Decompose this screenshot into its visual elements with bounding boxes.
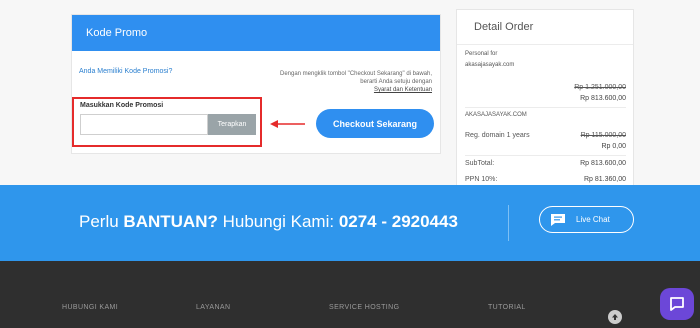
divider — [465, 155, 626, 156]
promo-card: Kode Promo Anda Memiliki Kode Promosi? D… — [71, 14, 441, 154]
reg-new-price: Rp 0,00 — [601, 143, 626, 150]
live-chat-label: Live Chat — [576, 215, 610, 224]
promo-question-link[interactable]: Anda Memiliki Kode Promosi? — [79, 68, 172, 75]
help-text-mid: Hubungi Kami: — [217, 212, 339, 231]
domain-name: akasajasayak.com — [465, 62, 515, 68]
arrow-up-icon — [612, 314, 618, 320]
detail-order-card: Detail Order Personal for akasajasayak.c… — [456, 9, 634, 189]
help-phone[interactable]: 0274 - 2920443 — [339, 212, 458, 231]
divider — [465, 107, 626, 108]
subtotal-value: Rp 813.600,00 — [580, 160, 626, 167]
reg-old-price: Rp 115.000,00 — [580, 132, 626, 139]
subtotal-label: SubTotal: — [465, 160, 495, 167]
promo-code-label: Masukkan Kode Promosi — [80, 102, 164, 109]
promo-code-input[interactable] — [80, 114, 208, 135]
live-chat-button[interactable]: Live Chat — [539, 206, 634, 233]
chat-bubble-icon — [551, 213, 565, 226]
detail-order-title: Detail Order — [457, 10, 633, 45]
scroll-top-button[interactable] — [608, 310, 622, 324]
promo-header: Kode Promo — [72, 15, 440, 51]
checkout-button[interactable]: Checkout Sekarang — [316, 109, 434, 138]
footer: HUBUNGI KAMI LAYANAN SERVICE HOSTING TUT… — [0, 261, 700, 328]
help-text-pre: Perlu — [79, 212, 124, 231]
terms-note-line2: berarti Anda setuju dengan — [360, 79, 432, 85]
new-price: Rp 813.600,00 — [580, 95, 626, 102]
old-price: Rp 1.251.000,00 — [574, 84, 626, 91]
ppn-value: Rp 81.360,00 — [583, 176, 626, 183]
domain-name-upper: AKASAJASAYAK.COM — [465, 112, 527, 118]
checkout-terms-note: Dengan mengklik tombol "Checkout Sekaran… — [242, 70, 432, 94]
arrow-left-icon — [270, 120, 305, 128]
reg-domain-label: Reg. domain 1 years — [465, 132, 530, 139]
chat-widget-icon — [670, 297, 684, 311]
footer-service-hosting[interactable]: SERVICE HOSTING — [329, 304, 399, 311]
footer-hubungi-kami[interactable]: HUBUNGI KAMI — [62, 304, 118, 311]
footer-tutorial[interactable]: TUTORIAL — [488, 304, 526, 311]
footer-layanan[interactable]: LAYANAN — [196, 304, 230, 311]
apply-promo-button[interactable]: Terapkan — [208, 114, 256, 135]
chat-widget-button[interactable] — [660, 288, 694, 320]
help-text-bold: BANTUAN? — [123, 212, 218, 231]
terms-link[interactable]: Syarat dan Ketentuan — [374, 87, 432, 93]
help-text: Perlu BANTUAN? Hubungi Kami: 0274 - 2920… — [79, 212, 458, 232]
personal-for-label: Personal for — [465, 51, 498, 57]
banner-divider — [508, 205, 509, 241]
terms-note-line1: Dengan mengklik tombol "Checkout Sekaran… — [279, 71, 432, 77]
promo-code-box: Masukkan Kode Promosi Terapkan — [72, 97, 262, 147]
checkout-page: Kode Promo Anda Memiliki Kode Promosi? D… — [0, 0, 700, 328]
ppn-label: PPN 10%: — [465, 176, 498, 183]
